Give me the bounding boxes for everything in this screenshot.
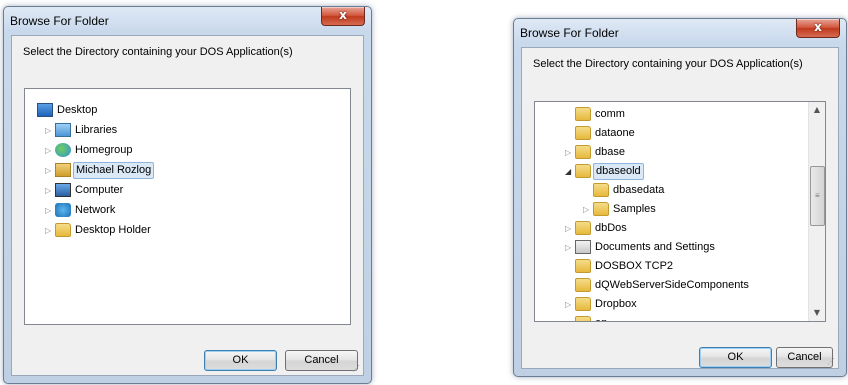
computer-icon [55,183,71,197]
desktop-icon [37,103,53,117]
tree-item-label: dataone [595,127,635,139]
size-grip-icon[interactable]: ⋰ [352,364,360,373]
folder-tree[interactable]: comm dataone ▷ dbase ◢ dbaseold dbasedat… [534,101,826,322]
tree-item-label: Desktop [57,104,98,116]
folder-icon [55,223,71,237]
folder-icon [575,297,591,311]
folder-icon [575,259,591,273]
user-folder-icon [55,163,71,177]
expand-arrow-icon[interactable]: ▷ [565,239,573,256]
tree-item-label: dbDos [595,222,627,234]
browse-for-folder-dialog-2: Browse For Folder x Select the Directory… [513,18,847,377]
close-button[interactable]: x [796,19,840,38]
expand-arrow-icon[interactable]: ▷ [583,201,591,218]
size-grip-icon[interactable]: ⋰ [827,357,835,366]
expand-arrow-icon[interactable]: ▷ [565,220,573,237]
expand-arrow-icon[interactable]: ▷ [45,202,53,219]
tree-item-label: Dropbox [595,298,637,310]
dialog-title: Browse For Folder [10,14,109,28]
vertical-scrollbar[interactable]: ▲ ≡ ▼ [808,102,825,321]
expand-arrow-icon[interactable]: ▷ [565,296,573,313]
shortcut-folder-icon [575,240,591,254]
tree-item-label: DOSBOX TCP2 [595,260,674,272]
tree-item-label: dbasedata [613,184,665,196]
scroll-up-icon[interactable]: ▲ [809,102,825,118]
scroll-down-icon[interactable]: ▼ [809,305,825,321]
browse-for-folder-dialog-1: Browse For Folder x Select the Directory… [3,6,372,384]
cancel-button[interactable]: Cancel [776,347,833,368]
grip-icon: ≡ [815,191,820,200]
tree-item-label: comm [595,108,625,120]
tree-item-label: Libraries [75,124,118,136]
prompt-text: Select the Directory containing your DOS… [23,46,293,58]
tree-item-label: Network [75,204,116,216]
dialog-body: Select the Directory containing your DOS… [11,35,364,376]
expand-arrow-icon[interactable]: ▷ [45,222,53,239]
homegroup-icon [55,143,71,157]
expand-arrow-icon[interactable]: ▷ [45,122,53,139]
tree-item-label: Desktop Holder [75,224,151,236]
expand-arrow-icon[interactable]: ▷ [45,162,53,179]
tree-item-label: en [593,315,609,321]
folder-icon [575,126,591,140]
tree-item-label: Homegroup [75,144,133,156]
cancel-button[interactable]: Cancel [285,350,358,371]
folder-icon [575,278,591,292]
collapse-arrow-icon[interactable]: ◢ [565,163,573,180]
tree-item-label: dQWebServerSideComponents [595,279,749,291]
tree-item-label: dbase [595,146,625,158]
folder-icon [575,316,591,321]
expand-arrow-icon[interactable]: ▷ [45,182,53,199]
dialog-title: Browse For Folder [520,26,619,40]
prompt-text: Select the Directory containing your DOS… [533,58,803,70]
network-icon [55,203,71,217]
folder-icon [575,221,591,235]
expand-arrow-icon[interactable]: ▷ [565,144,573,161]
folder-icon [593,183,609,197]
folder-icon [575,107,591,121]
title-bar[interactable]: Browse For Folder x [514,19,846,47]
folder-icon [593,202,609,216]
tree-item-label: Documents and Settings [595,241,715,253]
folder-icon [575,164,591,178]
tree-item-label: Michael Rozlog [73,162,155,179]
libraries-icon [55,123,71,137]
ok-button[interactable]: OK [699,347,772,368]
expand-arrow-icon[interactable]: ▷ [565,315,573,321]
tree-item-label: Computer [75,184,124,196]
ok-button[interactable]: OK [204,350,277,371]
expand-arrow-icon[interactable]: ▷ [45,142,53,159]
folder-icon [575,145,591,159]
close-button[interactable]: x [321,7,365,26]
tree-item-label: dbaseold [593,163,644,180]
dialog-body: Select the Directory containing your DOS… [521,47,839,369]
close-icon: x [339,8,347,22]
title-bar[interactable]: Browse For Folder x [4,7,371,35]
tree-item-label: Samples [613,203,656,215]
close-icon: x [814,20,822,34]
scrollbar-thumb[interactable]: ≡ [810,166,825,226]
folder-tree[interactable]: Desktop ▷ Libraries ▷ Homegroup ▷ Michae… [24,88,351,325]
